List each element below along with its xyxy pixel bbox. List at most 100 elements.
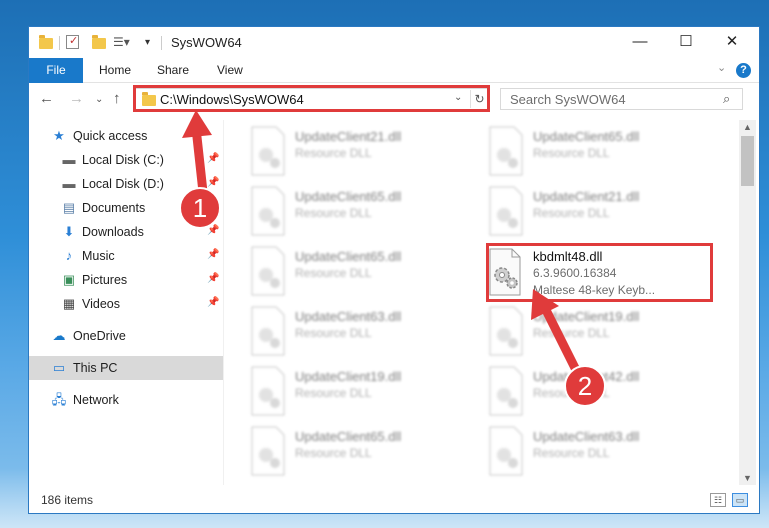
sidebar-item-network[interactable]: 🖧 Network (29, 388, 223, 412)
minimize-button[interactable]: — (617, 27, 663, 57)
file-name: UpdateClient63.dll (533, 429, 640, 444)
file-name: UpdateClient63.dll (295, 309, 402, 324)
pin-icon[interactable]: 📌 (207, 225, 219, 236)
sidebar-item-documents[interactable]: ▤ Documents 📌 (29, 196, 223, 220)
sidebar-item-label: This PC (73, 361, 118, 375)
file-type: Resource DLL (295, 446, 372, 460)
item-count: 186 items (41, 493, 94, 507)
sidebar-item-this-pc[interactable]: ▭ This PC (29, 356, 223, 380)
file-name: UpdateClient65.dll (533, 129, 640, 144)
tab-file[interactable]: File (29, 58, 83, 83)
navigation-pane: ★ Quick access ▬ Local Disk (C:) 📌 ▬ Loc… (29, 120, 223, 485)
sidebar-item-onedrive[interactable]: ☁ OneDrive (29, 324, 223, 348)
file-name: UpdateClient42.dll (533, 369, 640, 384)
folder-icon (39, 35, 53, 51)
sidebar-item-label: Videos (82, 297, 120, 311)
sidebar-item-videos[interactable]: ▦ Videos 📌 (29, 292, 223, 316)
sidebar-item-label: Network (73, 393, 119, 407)
list-item[interactable]: UpdateClient21.dll Resource DLL (248, 125, 478, 181)
close-button[interactable]: ✕ (709, 27, 755, 57)
sidebar-item-pictures[interactable]: ▣ Pictures 📌 (29, 268, 223, 292)
properties-icon[interactable] (66, 34, 79, 51)
file-type: Resource DLL (295, 266, 372, 280)
sidebar-item-downloads[interactable]: ⬇ Downloads 📌 (29, 220, 223, 244)
tab-share[interactable]: Share (157, 58, 189, 83)
back-arrow-icon[interactable]: ← (39, 90, 54, 107)
forward-arrow-icon[interactable]: → (69, 90, 84, 107)
list-item[interactable]: UpdateClient65.dll Resource DLL (248, 245, 478, 301)
search-input[interactable]: Search SysWOW64 ⌕ (500, 88, 743, 110)
address-highlight-box (133, 85, 490, 112)
list-item[interactable]: UpdateClient19.dll Resource DLL (248, 365, 478, 421)
file-type: Resource DLL (295, 386, 372, 400)
sidebar-item-local-disk-d[interactable]: ▬ Local Disk (D:) 📌 (29, 172, 223, 196)
list-item[interactable]: UpdateClient65.dll Resource DLL (486, 125, 716, 181)
sidebar-item-music[interactable]: ♪ Music 📌 (29, 244, 223, 268)
customize-toolbar-icon[interactable]: ☰▾ (113, 35, 130, 51)
sidebar-item-quick-access[interactable]: ★ Quick access (29, 124, 223, 148)
dll-file-icon (489, 186, 523, 236)
help-icon[interactable]: ? (736, 63, 751, 78)
maximize-button[interactable]: ☐ (663, 27, 709, 57)
dll-file-icon (489, 366, 523, 416)
list-item[interactable]: UpdateClient63.dll Resource DLL (248, 305, 478, 361)
pin-icon[interactable]: 📌 (207, 153, 219, 164)
file-name: UpdateClient19.dll (295, 369, 402, 384)
explorer-window: ☰▾ ▾ SysWOW64 — ☐ ✕ File Home Share View… (28, 26, 760, 514)
drive-icon: ▬ (62, 176, 76, 191)
pin-icon[interactable]: 📌 (207, 297, 219, 308)
up-arrow-icon[interactable]: ↑ (113, 90, 121, 107)
search-icon[interactable]: ⌕ (723, 91, 730, 107)
pin-icon[interactable]: 📌 (207, 273, 219, 284)
file-type: Resource DLL (295, 146, 372, 160)
scroll-down-icon[interactable]: ▼ (739, 471, 756, 485)
list-item[interactable]: UpdateClient19.dll Resource DLL (486, 305, 716, 361)
file-name: UpdateClient65.dll (295, 429, 402, 444)
dll-file-icon (251, 306, 285, 356)
new-folder-icon[interactable] (92, 35, 106, 51)
tab-view[interactable]: View (217, 58, 243, 83)
sidebar-item-label: Pictures (82, 273, 128, 287)
tiles-view-icon[interactable]: ▭ (732, 493, 748, 507)
dll-file-icon (251, 366, 285, 416)
documents-icon: ▤ (62, 200, 76, 215)
toolbar-divider (59, 36, 60, 50)
network-icon: 🖧 (51, 392, 67, 407)
pin-icon[interactable]: 📌 (207, 177, 219, 188)
list-item[interactable]: UpdateClient21.dll Resource DLL (486, 185, 716, 241)
file-name: UpdateClient21.dll (533, 189, 640, 204)
dll-file-icon (251, 186, 285, 236)
list-item[interactable]: UpdateClient65.dll Resource DLL (248, 425, 478, 481)
list-item[interactable]: UpdateClient65.dll Resource DLL (248, 185, 478, 241)
pictures-icon: ▣ (62, 272, 76, 287)
sidebar-item-label: Documents (82, 201, 146, 215)
list-item[interactable]: UpdateClient42.dll Resource DLL (486, 365, 716, 421)
cloud-icon: ☁ (52, 328, 66, 343)
scroll-up-icon[interactable]: ▲ (739, 120, 756, 134)
recent-locations-chevron-icon[interactable]: ⌄ (95, 94, 103, 105)
tab-home[interactable]: Home (99, 58, 131, 83)
quick-access-dropdown-icon[interactable]: ▾ (145, 37, 150, 53)
file-name: UpdateClient65.dll (295, 249, 402, 264)
music-icon: ♪ (65, 248, 73, 263)
sidebar-item-local-disk-c[interactable]: ▬ Local Disk (C:) 📌 (29, 148, 223, 172)
sidebar-item-label: Music (82, 249, 115, 263)
dll-file-icon (489, 126, 523, 176)
close-icon: ✕ (725, 33, 739, 50)
file-name: UpdateClient19.dll (533, 309, 640, 324)
list-item[interactable]: UpdateClient63.dll Resource DLL (486, 425, 716, 481)
file-highlight-box (486, 243, 713, 302)
vertical-scrollbar[interactable]: ▲ ▼ (739, 120, 756, 485)
dll-file-icon (251, 426, 285, 476)
file-name: UpdateClient65.dll (295, 189, 402, 204)
ribbon-expand-chevron-icon[interactable]: ⌄ (717, 61, 726, 74)
file-name: UpdateClient21.dll (295, 129, 402, 144)
pin-icon[interactable]: 📌 (207, 201, 219, 212)
videos-icon: ▦ (62, 296, 76, 311)
scroll-thumb[interactable] (741, 136, 754, 186)
download-icon: ⬇ (63, 224, 75, 239)
details-view-icon[interactable]: ☷ (710, 493, 726, 507)
file-type: Resource DLL (295, 326, 372, 340)
pin-icon[interactable]: 📌 (207, 249, 219, 260)
file-type: Resource DLL (533, 326, 610, 340)
